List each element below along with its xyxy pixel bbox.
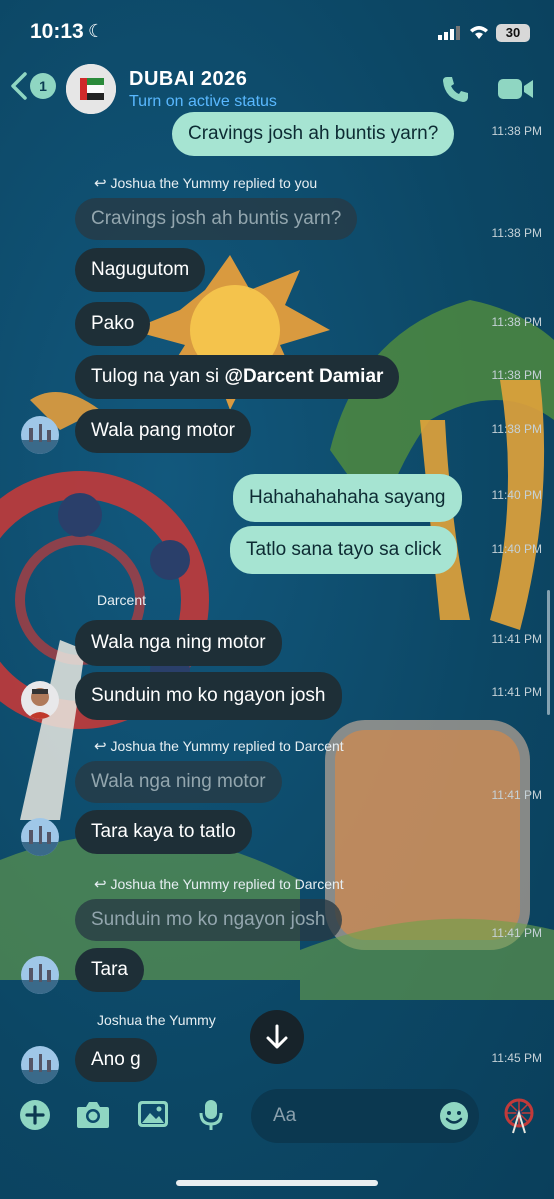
reply-indicator: ↩ Joshua the Yummy replied to Darcent	[94, 737, 344, 755]
message-timestamp: 11:38 PM	[491, 226, 542, 240]
group-avatar[interactable]	[66, 64, 116, 114]
message-timestamp: 11:40 PM	[491, 542, 542, 556]
chat-title[interactable]: DUBAI 2026	[129, 68, 247, 91]
moon-icon: ☾	[88, 21, 105, 41]
message-outgoing[interactable]: Cravings josh ah buntis yarn?	[172, 112, 455, 156]
microphone-icon[interactable]	[199, 1099, 223, 1131]
reply-note-text: Joshua the Yummy replied to Darcent	[110, 876, 344, 892]
message-incoming[interactable]: Nagugutom	[75, 248, 206, 292]
active-status-link[interactable]: Turn on active status	[129, 93, 277, 111]
video-icon[interactable]	[497, 74, 535, 104]
message-incoming[interactable]: Wala nga ning motor	[75, 620, 282, 666]
gallery-icon[interactable]	[137, 1099, 169, 1129]
ferris-wheel-sticker-icon[interactable]	[501, 1097, 537, 1135]
signal-icon	[438, 26, 460, 40]
scroll-to-bottom-button[interactable]	[250, 1010, 304, 1064]
message-timestamp: 11:41 PM	[491, 685, 542, 699]
message-incoming[interactable]: Pako	[75, 302, 151, 346]
scrollbar[interactable]	[547, 590, 550, 715]
message-text: Tulog na yan si	[91, 366, 225, 387]
message-incoming[interactable]: Wala pang motor	[75, 409, 251, 453]
reply-arrow-icon: ↩	[94, 175, 107, 192]
message-input[interactable]: Aa	[251, 1089, 479, 1143]
message-timestamp: 11:38 PM	[491, 422, 542, 436]
sender-avatar[interactable]	[21, 956, 59, 994]
mention-link[interactable]: @Darcent Damiar	[224, 366, 383, 387]
reply-note-text: Joshua the Yummy replied to Darcent	[110, 738, 344, 754]
uae-flag-icon	[66, 64, 116, 114]
message-timestamp: 11:41 PM	[491, 788, 542, 802]
message-timestamp: 11:41 PM	[491, 632, 542, 646]
sender-avatar[interactable]	[21, 1046, 59, 1084]
sender-name: Darcent	[97, 592, 147, 608]
message-timestamp: 11:38 PM	[491, 315, 542, 329]
message-incoming[interactable]: Tara kaya to tatlo	[75, 810, 252, 854]
camera-icon[interactable]	[76, 1099, 110, 1129]
battery-indicator: 30	[496, 24, 530, 42]
back-chevron-icon	[11, 72, 27, 100]
message-incoming[interactable]: Ano g	[75, 1038, 157, 1082]
reply-arrow-icon: ↩	[94, 876, 107, 893]
message-timestamp: 11:38 PM	[491, 368, 542, 382]
home-indicator	[176, 1180, 378, 1186]
message-timestamp: 11:41 PM	[491, 926, 542, 940]
back-button[interactable]: 1	[10, 72, 56, 100]
chat-header: 1 DUBAI 2026 Turn on active status	[0, 62, 554, 118]
message-timestamp: 11:40 PM	[491, 488, 542, 502]
plus-icon[interactable]	[19, 1099, 51, 1131]
reply-arrow-icon: ↩	[94, 738, 107, 755]
avatar-photo	[21, 416, 59, 454]
message-composer: Aa	[0, 1085, 554, 1147]
avatar-photo	[21, 1046, 59, 1084]
avatar-photo	[21, 818, 59, 856]
quoted-message[interactable]: Cravings josh ah buntis yarn?	[75, 198, 358, 240]
sender-avatar[interactable]	[21, 818, 59, 856]
message-timestamp: 11:38 PM	[491, 124, 542, 138]
quoted-message[interactable]: Sunduin mo ko ngayon josh	[75, 899, 342, 941]
avatar-photo	[21, 681, 59, 719]
sender-avatar[interactable]	[21, 681, 59, 719]
message-incoming[interactable]: Tara	[75, 948, 144, 992]
status-bar: 10:13 ☾ 30	[0, 0, 554, 62]
wifi-icon	[470, 26, 488, 39]
message-outgoing[interactable]: Hahahahahaha sayang	[233, 474, 462, 522]
reply-indicator: ↩ Joshua the Yummy replied to Darcent	[94, 875, 344, 893]
message-timestamp: 11:45 PM	[491, 1051, 542, 1065]
avatar-photo	[21, 956, 59, 994]
sender-avatar[interactable]	[21, 416, 59, 454]
message-incoming[interactable]: Sunduin mo ko ngayon josh	[75, 672, 342, 720]
message-incoming[interactable]: Tulog na yan si @Darcent Damiar	[75, 355, 400, 399]
quoted-message[interactable]: Wala nga ning motor	[75, 761, 282, 803]
input-placeholder: Aa	[273, 1105, 297, 1126]
reply-note-text: Joshua the Yummy replied to you	[110, 175, 318, 191]
phone-icon[interactable]	[441, 74, 471, 104]
message-outgoing[interactable]: Tatlo sana tayo sa click	[230, 526, 458, 574]
clock: 10:13	[30, 20, 84, 43]
emoji-icon[interactable]	[439, 1101, 469, 1131]
reply-indicator: ↩ Joshua the Yummy replied to you	[94, 174, 317, 192]
message-list[interactable]: Cravings josh ah buntis yarn? 11:38 PM ↩…	[0, 112, 554, 1084]
scroll-down-arrow-icon	[266, 1024, 288, 1049]
sender-name: Joshua the Yummy	[97, 1012, 216, 1028]
unread-count-badge: 1	[30, 73, 56, 99]
